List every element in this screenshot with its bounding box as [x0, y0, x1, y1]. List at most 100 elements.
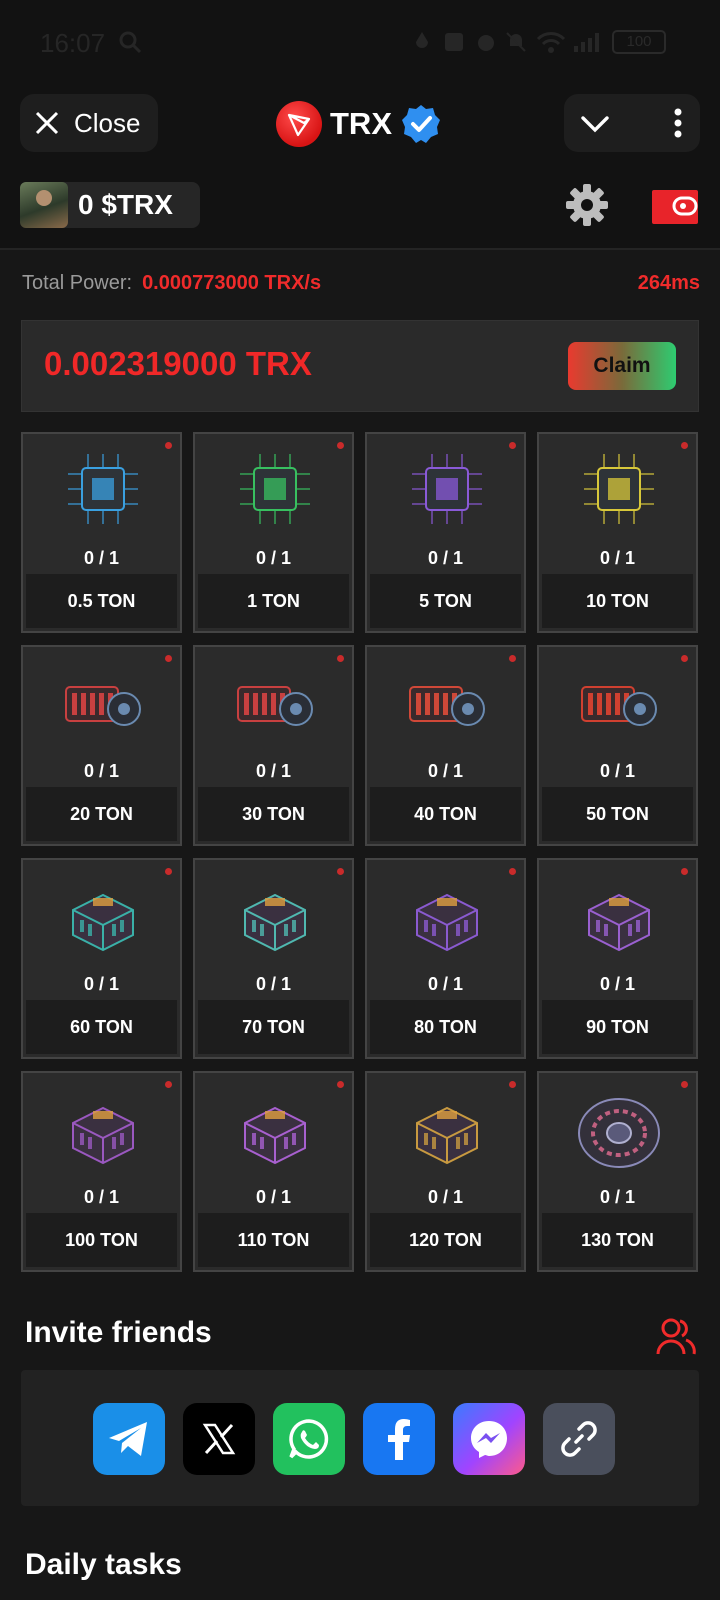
miner-count: 0 / 1 — [83, 548, 120, 568]
wallet-icon[interactable] — [652, 186, 698, 224]
miner-price-button[interactable]: 5 TON — [370, 574, 521, 628]
more-options-icon[interactable] — [674, 108, 682, 138]
miner-card[interactable]: 0 / 1 70 TON — [193, 858, 354, 1059]
claim-button[interactable]: Claim — [568, 342, 676, 390]
messenger-share-button[interactable] — [453, 1403, 525, 1475]
miner-price-button[interactable]: 0.5 TON — [26, 574, 177, 628]
miner-card[interactable]: 0 / 1 1 TON — [193, 432, 354, 633]
miner-card[interactable]: 0 / 1 30 TON — [193, 645, 354, 846]
miner-count: 0 / 1 — [427, 548, 464, 568]
invite-title: Invite friends — [25, 1316, 212, 1349]
chevron-down-icon[interactable] — [580, 110, 610, 136]
whatsapp-icon — [289, 1419, 329, 1459]
miner-price-button[interactable]: 10 TON — [542, 574, 693, 628]
miner-card[interactable]: 0 / 1 60 TON — [21, 858, 182, 1059]
status-dot — [165, 1081, 172, 1088]
blue-chip-icon — [68, 454, 138, 524]
miner-price-button[interactable]: 80 TON — [370, 1000, 521, 1054]
miner-count: 0 / 1 — [599, 761, 636, 781]
miner-price-button[interactable]: 130 TON — [542, 1213, 693, 1267]
miner-price-button[interactable]: 60 TON — [26, 1000, 177, 1054]
miner-grid: 0 / 1 0.5 TON 0 / 1 1 TON 0 / 1 5 TON 0 … — [21, 432, 700, 1272]
miner-count: 0 / 1 — [427, 1187, 464, 1207]
miner-price-button[interactable]: 90 TON — [542, 1000, 693, 1054]
status-dot — [509, 442, 516, 449]
whatsapp-share-button[interactable] — [273, 1403, 345, 1475]
nfc-icon — [445, 33, 463, 51]
telegram-share-button[interactable] — [93, 1403, 165, 1475]
telegram-icon — [109, 1422, 147, 1456]
miner-price-button[interactable]: 20 TON — [26, 787, 177, 841]
miner-price-button[interactable]: 100 TON — [26, 1213, 177, 1267]
gear-icon[interactable] — [564, 182, 610, 228]
miner-count: 0 / 1 — [83, 1187, 120, 1207]
miner-card[interactable]: 0 / 1 100 TON — [21, 1071, 182, 1272]
close-label: Close — [74, 107, 141, 138]
miner-price-button[interactable]: 40 TON — [370, 787, 521, 841]
miner-count: 0 / 1 — [83, 974, 120, 994]
miner-card[interactable]: 0 / 1 80 TON — [365, 858, 526, 1059]
status-dot — [337, 655, 344, 662]
miner-count: 0 / 1 — [599, 548, 636, 568]
signal-icon — [574, 33, 599, 52]
miner-price-button[interactable]: 1 TON — [198, 574, 349, 628]
balance-value: 0 $TRX — [78, 189, 173, 220]
miner-card[interactable]: 0 / 1 10 TON — [537, 432, 698, 633]
mute-icon — [506, 32, 526, 52]
status-dot — [165, 442, 172, 449]
gold-turbine-icon — [416, 1106, 478, 1165]
friends-icon[interactable] — [656, 1316, 696, 1356]
drop-icon — [416, 32, 428, 48]
red-miner-icon — [65, 686, 141, 726]
teal-generator-icon — [72, 893, 134, 952]
user-bar: 0 $TRX — [0, 164, 720, 250]
status-bar: 16:07 100 — [0, 0, 720, 84]
claim-panel: 0.002319000 TRX Claim — [21, 320, 699, 412]
battery-indicator: 100 — [612, 30, 666, 54]
green-chip-icon — [240, 454, 310, 524]
miner-price-button[interactable]: 30 TON — [198, 787, 349, 841]
miner-price-button[interactable]: 120 TON — [370, 1213, 521, 1267]
alarm-icon — [478, 35, 494, 51]
status-dot — [681, 655, 688, 662]
miner-card[interactable]: 0 / 1 40 TON — [365, 645, 526, 846]
miner-price-button[interactable]: 50 TON — [542, 787, 693, 841]
status-dot — [681, 868, 688, 875]
miner-count: 0 / 1 — [599, 1187, 636, 1207]
miner-price-button[interactable]: 70 TON — [198, 1000, 349, 1054]
messenger-icon — [471, 1421, 507, 1458]
miner-price-button[interactable]: 110 TON — [198, 1213, 349, 1267]
power-value: 0.000773000 TRX/s — [142, 272, 322, 294]
miner-count: 0 / 1 — [255, 974, 292, 994]
power-label: Total Power: — [22, 272, 133, 294]
miner-card[interactable]: 0 / 1 120 TON — [365, 1071, 526, 1272]
status-dot — [337, 442, 344, 449]
share-panel — [21, 1370, 699, 1506]
close-icon — [35, 111, 59, 135]
balance-chip[interactable]: 0 $TRX — [20, 182, 200, 228]
miner-card[interactable]: 0 / 1 5 TON — [365, 432, 526, 633]
facebook-icon — [388, 1419, 410, 1460]
status-dot — [165, 655, 172, 662]
miner-card[interactable]: 0 / 1 110 TON — [193, 1071, 354, 1272]
status-dot — [337, 1081, 344, 1088]
miner-count: 0 / 1 — [255, 548, 292, 568]
miner-card[interactable]: 0 / 1 0.5 TON — [21, 432, 182, 633]
miner-card[interactable]: 0 / 1 90 TON — [537, 858, 698, 1059]
miner-card[interactable]: 0 / 1 50 TON — [537, 645, 698, 846]
close-button[interactable]: Close — [20, 94, 158, 152]
app-brand: TRX — [276, 94, 442, 154]
facebook-share-button[interactable] — [363, 1403, 435, 1475]
x-share-button[interactable] — [183, 1403, 255, 1475]
miner-count: 0 / 1 — [427, 974, 464, 994]
miner-count: 0 / 1 — [427, 761, 464, 781]
red-miner-icon — [409, 686, 485, 726]
purple-machine-icon — [72, 1106, 134, 1165]
status-dot — [337, 868, 344, 875]
avatar — [20, 182, 68, 228]
miner-card[interactable]: 0 / 1 130 TON — [537, 1071, 698, 1272]
miner-count: 0 / 1 — [255, 761, 292, 781]
copy-link-button[interactable] — [543, 1403, 615, 1475]
link-icon — [561, 1421, 597, 1457]
miner-card[interactable]: 0 / 1 20 TON — [21, 645, 182, 846]
